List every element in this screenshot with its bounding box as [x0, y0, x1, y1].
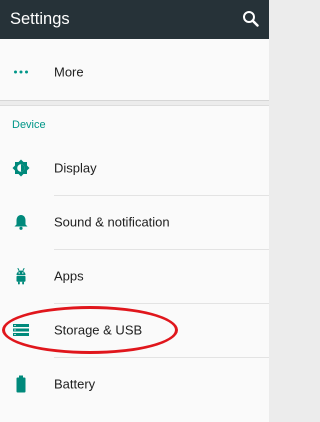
section-header-device: Device [12, 119, 46, 131]
more-row[interactable]: More [0, 45, 269, 99]
settings-item-label: Sound & notification [54, 214, 170, 230]
settings-item-battery[interactable]: Battery [0, 357, 269, 411]
brightness-icon [12, 159, 30, 177]
page-title: Settings [10, 10, 70, 28]
more-horiz-icon [12, 63, 30, 81]
settings-item-apps[interactable]: Apps [0, 249, 269, 303]
device-card: Device Display Sound & notification Apps… [0, 105, 269, 422]
search-button[interactable] [238, 6, 264, 32]
settings-item-label: Storage & USB [54, 322, 143, 338]
bell-icon [12, 213, 30, 231]
battery-icon [12, 375, 30, 393]
search-icon [243, 11, 259, 27]
app-bar: Settings [0, 0, 269, 39]
settings-item-storage-usb[interactable]: Storage & USB [0, 303, 269, 357]
settings-item-display[interactable]: Display [0, 141, 269, 195]
settings-item-sound-notification[interactable]: Sound & notification [0, 195, 269, 249]
android-icon [12, 267, 30, 285]
storage-icon [12, 321, 30, 339]
settings-item-label: Apps [54, 268, 84, 284]
settings-item-label: Display [54, 160, 97, 176]
settings-item-label: Battery [54, 376, 96, 392]
more-label: More [54, 64, 84, 80]
more-card: More [0, 39, 269, 101]
